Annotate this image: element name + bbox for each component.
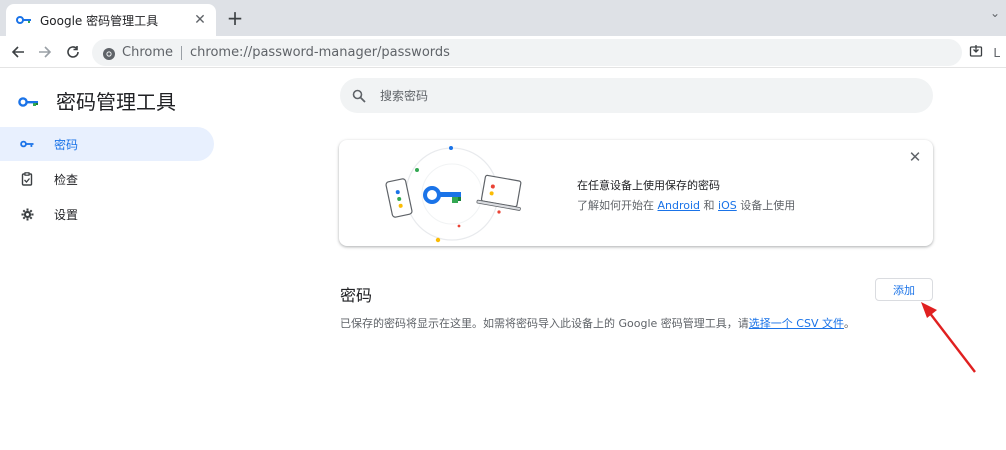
arrow-right-icon <box>39 46 52 58</box>
tab-strip: Google 密码管理工具 ✕ + ⌄ <box>0 0 1006 36</box>
tab-search-icon[interactable]: ⌄ <box>990 6 1000 20</box>
reload-button[interactable] <box>61 40 85 64</box>
back-button[interactable] <box>6 40 30 64</box>
search-input[interactable] <box>380 88 880 103</box>
promo-title: 在任意设备上使用保存的密码 <box>577 179 720 192</box>
new-tab-button[interactable]: + <box>224 8 246 30</box>
ios-link[interactable]: iOS <box>718 199 737 212</box>
devices-illustration <box>385 146 522 243</box>
tab-title: Google 密码管理工具 <box>40 13 159 28</box>
promo-body-and: 和 <box>700 199 719 212</box>
omnibox-divider <box>181 45 182 60</box>
app-title: 密码管理工具 <box>56 90 176 114</box>
promo-body-prefix: 了解如何开始在 <box>577 199 658 212</box>
chrome-icon <box>102 46 116 60</box>
site-chip[interactable]: Chrome <box>122 45 173 60</box>
import-csv-link[interactable]: 选择一个 CSV 文件 <box>749 317 844 330</box>
search-icon <box>352 88 368 104</box>
promo-text: 在任意设备上使用保存的密码 了解如何开始在 Android 和 iOS 设备上使… <box>577 177 795 213</box>
reload-icon <box>67 46 79 58</box>
toolbar-actions: L <box>969 44 1000 61</box>
key-icon <box>16 12 32 28</box>
search-bar[interactable] <box>340 78 933 113</box>
arrow-left-icon <box>11 46 24 58</box>
sidebar: 密码管理工具 密码 检查 设置 <box>0 68 230 450</box>
section-description-suffix: 。 <box>843 317 855 330</box>
section-description: 已保存的密码将显示在这里。如需将密码导入此设备上的 Google 密码管理工具，… <box>340 315 855 331</box>
sidebar-item-label: 检查 <box>54 172 79 187</box>
android-link[interactable]: Android <box>658 199 701 212</box>
forward-button[interactable] <box>33 40 57 64</box>
annotation-arrow <box>921 302 976 373</box>
gear-icon <box>20 207 34 221</box>
sidebar-item-label: 设置 <box>54 207 79 222</box>
install-icon[interactable] <box>969 44 983 61</box>
sidebar-item-checkup[interactable]: 检查 <box>0 162 214 196</box>
browser-toolbar: Chrome chrome://password-manager/passwor… <box>0 36 1006 68</box>
checkup-icon <box>20 172 34 186</box>
password-manager-logo-icon <box>18 94 40 108</box>
sidebar-item-settings[interactable]: 设置 <box>0 197 214 231</box>
address-bar[interactable]: Chrome chrome://password-manager/passwor… <box>92 39 962 66</box>
tab-close-icon[interactable]: ✕ <box>190 10 210 30</box>
close-icon[interactable]: ✕ <box>907 148 923 166</box>
key-icon <box>20 137 34 151</box>
app-header: 密码管理工具 <box>18 86 176 115</box>
sidebar-item-passwords[interactable]: 密码 <box>0 127 214 161</box>
section-description-text: 已保存的密码将显示在这里。如需将密码导入此设备上的 Google 密码管理工具，… <box>340 317 749 330</box>
url-text[interactable]: chrome://password-manager/passwords <box>190 45 450 60</box>
profile-button[interactable]: L <box>993 46 1000 60</box>
promo-body: 了解如何开始在 Android 和 iOS 设备上使用 <box>577 197 795 213</box>
promo-card: 在任意设备上使用保存的密码 了解如何开始在 Android 和 iOS 设备上使… <box>339 140 933 246</box>
section-title: 密码 <box>340 286 373 305</box>
browser-tab[interactable]: Google 密码管理工具 ✕ <box>6 4 216 36</box>
sidebar-item-label: 密码 <box>54 137 79 152</box>
promo-body-suffix: 设备上使用 <box>736 199 796 212</box>
